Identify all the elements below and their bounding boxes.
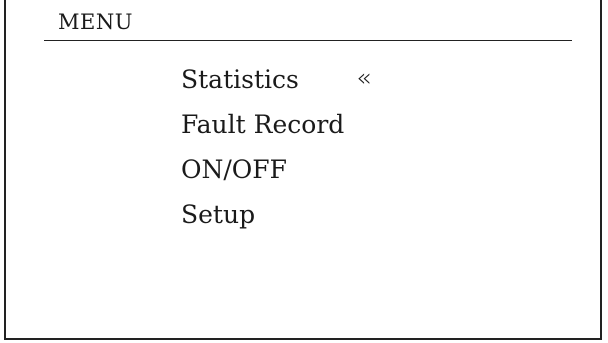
lcd-screen: MENU Statistics « Fault Record ON/OFF Se… — [4, 0, 602, 340]
title-divider — [44, 40, 572, 41]
menu-item-fault-record[interactable]: Fault Record — [181, 105, 344, 150]
menu-item-label: Statistics — [181, 65, 299, 94]
menu-item-on-off[interactable]: ON/OFF — [181, 150, 344, 195]
menu-item-setup[interactable]: Setup — [181, 195, 344, 240]
selection-indicator-icon: « — [356, 63, 372, 92]
menu-list: Statistics « Fault Record ON/OFF Setup — [181, 60, 371, 240]
menu-item-statistics[interactable]: Statistics « — [181, 60, 371, 105]
menu-item-label: ON/OFF — [181, 155, 287, 184]
menu-item-label: Fault Record — [181, 110, 345, 139]
menu-title: MENU — [58, 10, 133, 34]
menu-item-label: Setup — [181, 200, 256, 229]
